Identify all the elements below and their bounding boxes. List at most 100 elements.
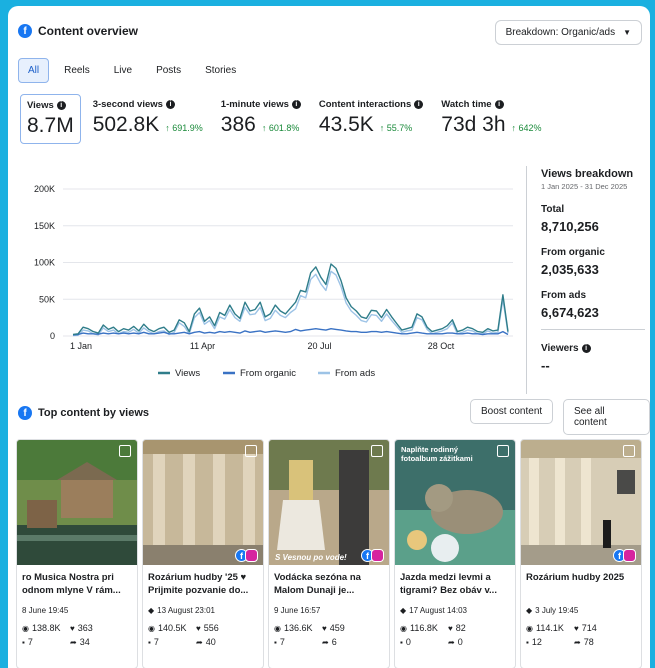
tab-posts[interactable]: Posts: [147, 59, 190, 82]
views-count: 140.5K: [157, 623, 187, 633]
share-icon: ➦: [70, 637, 77, 647]
from-organic-value: 2,035,633: [541, 262, 599, 277]
reel-type-icon: [497, 445, 509, 457]
card-stats: ◉ 138.8K ♥ 363 ▪ 7 ➦ 34: [22, 623, 110, 647]
content-card[interactable]: S Vesnou po vode! f Vodácka sezóna na Ma…: [268, 439, 390, 668]
heart-icon: ♥: [70, 623, 75, 633]
metric-watch-time[interactable]: Watch time i 73d 3h ↑ 642%: [435, 94, 547, 144]
dancers-thumbnail-image: [269, 440, 389, 565]
card-date: 3 July 19:45: [535, 606, 579, 615]
metric-delta: ↑ 55.7%: [379, 123, 413, 133]
from-ads-value: 6,674,623: [541, 305, 599, 320]
metric-views[interactable]: Views i 8.7M: [20, 94, 81, 144]
comment-icon: ▪: [274, 637, 277, 647]
from-organic-label: From organic: [541, 247, 605, 258]
metric-value: 73d 3h: [441, 113, 506, 136]
card-title: Rozárium hudby 2025: [526, 572, 625, 583]
tab-stories[interactable]: Stories: [196, 59, 245, 82]
views-breakdown-panel: Views breakdown 1 Jan 2025 - 31 Dec 2025…: [526, 166, 646, 394]
scheduled-icon: ◆: [148, 606, 155, 615]
breakdown-dropdown[interactable]: Breakdown: Organic/ads ▼: [494, 20, 642, 45]
reactions-count: 363: [77, 623, 93, 633]
comment-icon: ▪: [400, 637, 403, 647]
comments-count: 7: [279, 637, 285, 647]
reel-type-icon: [623, 445, 635, 457]
tab-reels[interactable]: Reels: [55, 59, 99, 82]
metric-1-minute-views[interactable]: 1-minute views i 386 ↑ 601.8%: [215, 94, 307, 144]
shares-count: 78: [583, 637, 594, 647]
instagram-icon: [371, 549, 384, 562]
info-icon[interactable]: i: [494, 100, 504, 109]
share-icon: ➦: [196, 637, 203, 647]
metric-delta: ↑ 642%: [511, 123, 542, 133]
comments-count: 0: [405, 637, 411, 647]
top-content-title: Top content by views: [38, 407, 150, 419]
thumbnail-overlay-text: S Vesnou po vode!: [275, 553, 347, 562]
tab-all[interactable]: All: [18, 58, 50, 83]
content-card[interactable]: f Rozárium hudby '25 ♥ Prijmite pozvanie…: [142, 439, 264, 668]
info-icon[interactable]: i: [56, 101, 66, 110]
metric-value: 386: [220, 113, 256, 136]
boost-content-button[interactable]: Boost content: [470, 399, 554, 424]
scheduled-icon: ◆: [400, 606, 407, 615]
reel-type-icon: [245, 445, 257, 457]
viewers-label: Viewers: [541, 343, 579, 354]
reactions-count: 459: [329, 623, 345, 633]
info-icon[interactable]: i: [291, 100, 301, 109]
colonnade-thumbnail-image: [143, 440, 263, 565]
card-stats: ◉ 136.6K ♥ 459 ▪ 7 ➦ 6: [274, 623, 362, 647]
comment-icon: ▪: [148, 637, 151, 647]
content-overview-panel: f Content overview Breakdown: Organic/ad…: [8, 6, 650, 668]
views-count: 114.1K: [535, 623, 564, 633]
comments-count: 7: [27, 637, 33, 647]
info-icon[interactable]: i: [165, 100, 175, 109]
legend-label: From organic: [240, 368, 296, 379]
platform-icons: f: [235, 549, 258, 562]
instagram-icon: [245, 549, 258, 562]
thumbnail: f: [521, 440, 641, 565]
thumbnail: f: [143, 440, 263, 565]
tab-live[interactable]: Live: [105, 59, 141, 82]
page-title: Content overview: [38, 24, 139, 38]
y-tick-label: 150K: [34, 221, 55, 231]
heart-icon: ♥: [574, 623, 579, 633]
content-card[interactable]: ro Musica Nostra pri odnom mlyne V rám..…: [16, 439, 138, 668]
content-card[interactable]: Naplňte rodinný fotoalbum zážitkami Jazd…: [394, 439, 516, 668]
shares-count: 0: [457, 637, 463, 647]
views-line-chart[interactable]: 200K 150K 100K 50K 0 1 Jan 11 Apr 20 Jul 28 Oct V…: [8, 171, 518, 391]
thumbnail: S Vesnou po vode! f: [269, 440, 389, 565]
series-line-from-ads: [72, 270, 509, 337]
metric-content-interactions[interactable]: Content interactions i 43.5K ↑ 55.7%: [313, 94, 429, 144]
card-title: Jazda medzi levmi a tigrami? Bez obáv v.…: [400, 572, 497, 596]
content-card[interactable]: f Rozárium hudby 2025 ◆ 3 July 19:45 ◉ 114…: [520, 439, 642, 668]
see-all-content-button[interactable]: See all content: [563, 399, 650, 435]
platform-icons: f: [613, 549, 636, 562]
metric-label: Content interactions: [318, 99, 412, 110]
info-icon[interactable]: i: [414, 100, 424, 109]
x-tick-label: 11 Apr: [190, 341, 215, 351]
y-tick-label: 0: [50, 331, 55, 341]
info-icon[interactable]: i: [581, 344, 591, 353]
shares-count: 34: [79, 637, 90, 647]
metric-value: 8.7M: [27, 114, 74, 137]
views-breakdown-title: Views breakdown: [541, 168, 634, 180]
metric-3-second-views[interactable]: 3-second views i 502.8K ↑ 691.9%: [87, 94, 209, 144]
reactions-count: 82: [455, 623, 466, 633]
x-tick-label: 20 Jul: [307, 341, 331, 351]
mill-thumbnail-image: [17, 440, 137, 565]
metric-delta: ↑ 601.8%: [261, 123, 300, 133]
divider: [541, 329, 645, 330]
facebook-icon: f: [18, 406, 32, 420]
card-stats: ◉ 114.1K ♥ 714 ▪ 12 ➦ 78: [526, 623, 614, 647]
top-content-cards: ro Musica Nostra pri odnom mlyne V rám..…: [16, 439, 650, 668]
thumbnail-overlay-text: Naplňte rodinný fotoalbum zážitkami: [401, 445, 473, 463]
views-chart[interactable]: 200K 150K 100K 50K 0 1 Jan 11 Apr 20 Jul 28 Oct V…: [8, 171, 518, 391]
total-value: 8,710,256: [541, 219, 599, 234]
shares-count: 40: [205, 637, 216, 647]
date-range: 1 Jan 2025 - 31 Dec 2025: [541, 182, 628, 191]
card-title: ro Musica Nostra pri odnom mlyne V rám..…: [22, 572, 121, 596]
metric-label: Views: [27, 100, 54, 111]
x-tick-label: 1 Jan: [70, 341, 92, 351]
viewers-value: --: [541, 358, 550, 373]
photo-type-icon: [119, 445, 131, 457]
